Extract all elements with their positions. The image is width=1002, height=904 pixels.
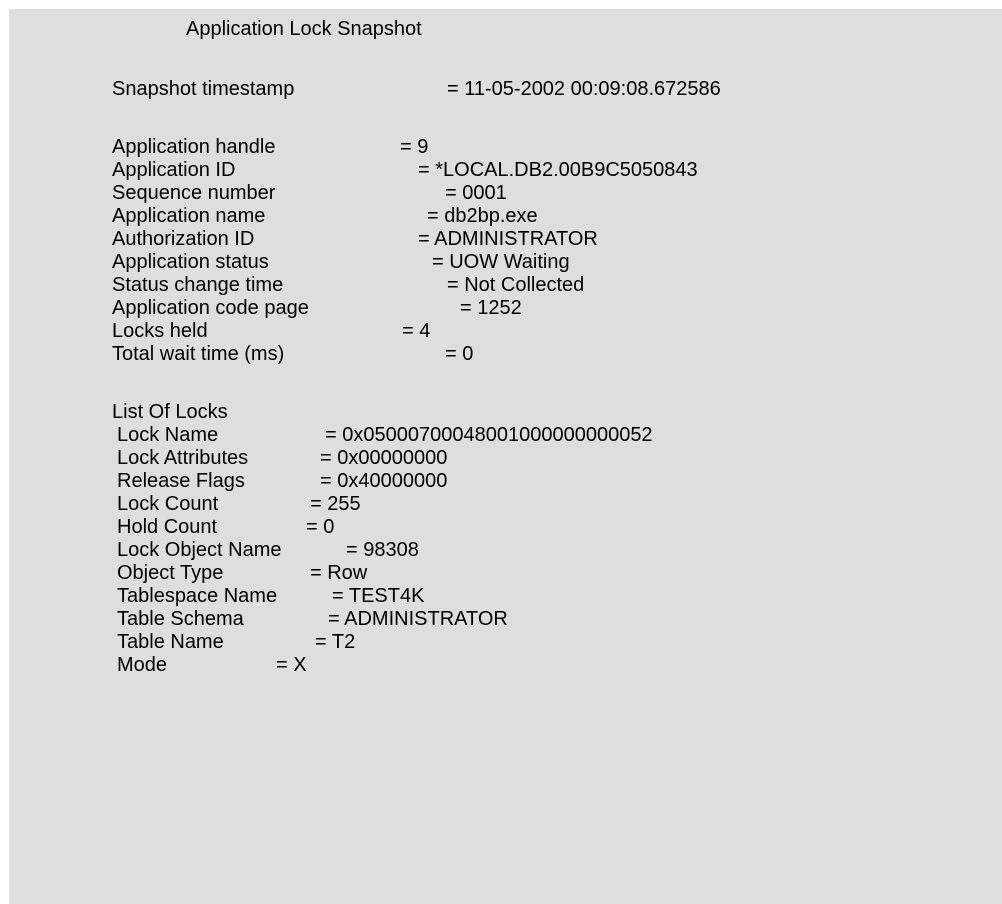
authorization-id-label: Authorization ID — [112, 228, 255, 250]
snapshot-timestamp-label: Snapshot timestamp — [112, 78, 295, 100]
application-name-value: = db2bp.exe — [427, 205, 538, 227]
snapshot-timestamp-value: = 11-05-2002 00:09:08.672586 — [447, 78, 721, 100]
total-wait-time-value: = 0 — [445, 343, 474, 365]
lock-name-value: = 0x05000700048001000000000052 — [325, 424, 653, 446]
application-name-label: Application name — [112, 205, 266, 227]
sequence-number-label: Sequence number — [112, 182, 276, 204]
mode-label: Mode — [117, 654, 168, 676]
release-flags-value: = 0x40000000 — [320, 470, 448, 492]
application-handle-label: Application handle — [112, 136, 276, 158]
table-schema-label: Table Schema — [117, 608, 244, 630]
lock-name-label: Lock Name — [117, 424, 219, 446]
application-status-value: = UOW Waiting — [432, 251, 570, 273]
mode-value: = X — [276, 654, 307, 676]
sequence-number-value: = 0001 — [445, 182, 507, 204]
application-handle-value: = 9 — [400, 136, 429, 158]
authorization-id-value: = ADMINISTRATOR — [418, 228, 598, 250]
release-flags-label: Release Flags — [117, 470, 245, 492]
status-change-time-value: = Not Collected — [447, 274, 585, 296]
application-id-label: Application ID — [112, 159, 236, 181]
snapshot-title: Application Lock Snapshot — [186, 18, 422, 40]
lock-count-label: Lock Count — [117, 493, 219, 515]
status-change-time-label: Status change time — [112, 274, 284, 296]
lock-attributes-label: Lock Attributes — [117, 447, 249, 469]
total-wait-time-label: Total wait time (ms) — [112, 343, 285, 365]
table-name-value: = T2 — [315, 631, 356, 653]
application-id-value: = *LOCAL.DB2.00B9C5050843 — [418, 159, 698, 181]
lock-object-name-label: Lock Object Name — [117, 539, 282, 561]
object-type-label: Object Type — [117, 562, 224, 584]
tablespace-name-label: Tablespace Name — [117, 585, 278, 607]
application-code-page-label: Application code page — [112, 297, 309, 319]
application-status-label: Application status — [112, 251, 269, 273]
tablespace-name-value: = TEST4K — [332, 585, 425, 607]
lock-object-name-value: = 98308 — [346, 539, 419, 561]
lock-attributes-value: = 0x00000000 — [320, 447, 448, 469]
object-type-value: = Row — [310, 562, 368, 584]
table-schema-value: = ADMINISTRATOR — [328, 608, 508, 630]
locks-held-label: Locks held — [112, 320, 208, 342]
application-code-page-value: = 1252 — [460, 297, 522, 319]
lock-count-value: = 255 — [310, 493, 361, 515]
locks-held-value: = 4 — [402, 320, 431, 342]
hold-count-label: Hold Count — [117, 516, 218, 538]
list-of-locks-heading: List Of Locks — [112, 401, 228, 423]
table-name-label: Table Name — [117, 631, 224, 653]
hold-count-value: = 0 — [306, 516, 335, 538]
